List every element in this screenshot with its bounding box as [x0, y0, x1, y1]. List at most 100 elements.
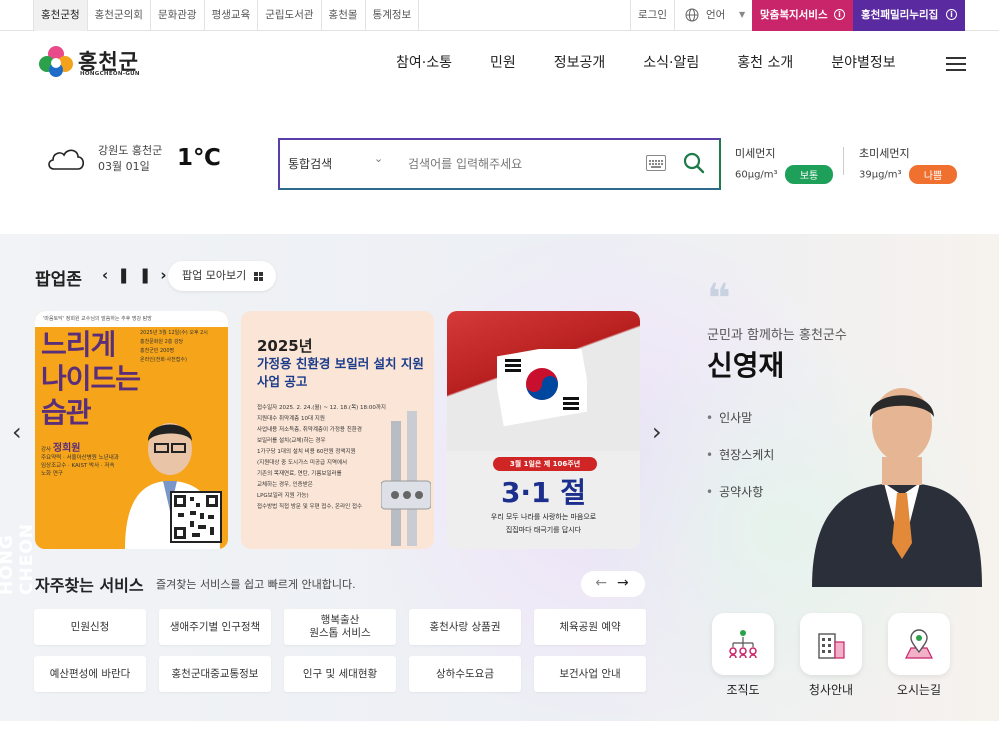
popup-card-independence-day[interactable]: 3월 1일은 제 106주년 3·1 절 우리 모두 나라를 사랑하는 마음으로… [447, 311, 640, 549]
taegukgi-flag-icon [497, 349, 587, 427]
site-tab-tour[interactable]: 문화관광 [151, 0, 205, 31]
mayor-link-pledges[interactable]: • 공약사항 [706, 483, 780, 500]
language-select[interactable]: 언어 ▼ [674, 0, 752, 31]
quote-mark-icon: ❛❛ [707, 276, 731, 322]
service-button[interactable]: 인구 및 세대현황 [284, 656, 396, 692]
card-title: 3·1 절 [500, 476, 587, 509]
site-tab-gun[interactable]: 홍천군청 [33, 0, 88, 31]
login-link[interactable]: 로그인 [630, 0, 674, 31]
info-icon: i [834, 9, 845, 20]
divider [843, 147, 844, 175]
building-icon-box [800, 613, 862, 675]
side-vertical-text: HONG CHEON [0, 523, 37, 595]
family-portal-link[interactable]: 홍천패밀리누리집 i [853, 0, 965, 31]
mayor-name: 신영재 [707, 349, 785, 382]
qr-code [170, 491, 222, 543]
weather-location: 강원도 홍천군 [98, 144, 163, 157]
nav-news[interactable]: 소식·알림 [643, 52, 699, 72]
pause-icon[interactable]: ❚❚ [117, 266, 160, 284]
popup-view-all-button[interactable]: 팝업 모아보기 [168, 261, 276, 291]
grid-icon [254, 272, 263, 281]
chevron-down-icon[interactable]: ⌄ [374, 152, 383, 165]
weather-widget: 강원도 홍천군 03월 01일 1℃ [45, 143, 245, 183]
frequent-services-nav: ←→ [581, 571, 645, 597]
cloud-icon [48, 149, 85, 170]
service-button[interactable]: 체육공원 예약 [534, 609, 646, 645]
speaker-label: 강사 [41, 447, 52, 453]
quick-link-building[interactable]: 청사안내 [799, 613, 863, 698]
quick-link-org-chart[interactable]: 조직도 [711, 613, 775, 698]
map-pin-icon [905, 629, 933, 659]
top-utility-bar: 홍천군청 홍천군의회 문화관광 평생교육 군립도서관 홍천몰 통계정보 로그인 … [0, 0, 999, 31]
pm10-status-badge: 보통 [785, 165, 834, 184]
building-icon [818, 633, 845, 659]
keyboard-icon[interactable] [646, 155, 666, 171]
site-logo[interactable]: 홍천군 HONGCHEON-GUN [36, 44, 156, 80]
carousel-prev-icon[interactable]: ‹ [12, 418, 22, 446]
search-scope-select[interactable]: 통합검색 [288, 155, 332, 172]
mayor-links: • 인사말 • 현장스케치 • 공약사항 [706, 409, 780, 520]
frequent-services-subtitle: 즐겨찾는 서비스를 쉽고 빠르게 안내합니다. [156, 578, 356, 591]
service-button[interactable]: 홍천사랑 상품권 [409, 609, 521, 645]
site-tab-education[interactable]: 평생교육 [205, 0, 259, 31]
card-info-list: 2025년 3월 12일(수) 오후 2시 홍천문화원 2층 강당 홍천군민 2… [140, 329, 226, 365]
card-speaker: 강사 정희원 주요약력 · 서울아산병원 노년내과 임상조교수 · KAIST … [41, 443, 119, 478]
chevron-left-icon[interactable]: ‹ [102, 266, 117, 284]
quick-link-directions[interactable]: 오시는길 [887, 613, 951, 698]
pm25-widget: 초미세먼지 39μg/m³ 나쁨 [859, 145, 958, 184]
pm25-status-badge: 나쁨 [909, 165, 958, 184]
search-icon[interactable] [682, 151, 706, 175]
card-year: 2025년 [257, 337, 313, 355]
main-navigation: 참여·소통 민원 정보공개 소식·알림 홍천 소개 분야별정보 [396, 52, 934, 72]
mayor-photo [812, 388, 982, 587]
arrow-right-icon[interactable]: → [617, 575, 639, 591]
site-tab-council[interactable]: 홍천군의회 [88, 0, 151, 31]
pm25-title: 초미세먼지 [859, 147, 910, 160]
weather-temperature: 1℃ [177, 145, 221, 171]
nav-disclosure[interactable]: 정보공개 [554, 52, 606, 72]
popup-card-lecture[interactable]: '마음토닥' 정희원 교수님의 말씀하는 추후 명강 탐방 느리게 나이드는 습… [35, 311, 228, 549]
service-button[interactable]: 보건사업 안내 [534, 656, 646, 692]
popup-controls[interactable]: ‹❚❚› [102, 266, 176, 284]
service-button[interactable]: 상하수도요금 [409, 656, 521, 692]
bullet-icon: • [706, 411, 714, 425]
nav-about[interactable]: 홍천 소개 [737, 52, 793, 72]
info-icon: i [946, 9, 957, 20]
service-button[interactable]: 예산편성에 바란다 [34, 656, 146, 692]
quick-link-label: 조직도 [726, 683, 760, 697]
weather-date: 03월 01일 [98, 160, 150, 173]
info-line: 2025년 3월 12일(수) 오후 2시 [140, 330, 208, 336]
frequent-services-grid: 민원신청 생애주기별 인구정책 행복출산 원스톱 서비스 홍천사랑 상품권 체육… [34, 609, 646, 692]
popup-card-boiler[interactable]: 2025년 가정용 친환경 보일러 설치 지원사업 공고 접수일자 2025. … [241, 311, 434, 549]
subtitle-line: 우리 모두 나라를 사랑하는 마음으로 [490, 513, 597, 521]
custom-welfare-service-link[interactable]: 맞춤복지서비스 i [752, 0, 853, 31]
pm25-value: 39μg/m³ [859, 169, 902, 181]
hamburger-menu-icon[interactable] [946, 57, 966, 71]
search-input[interactable] [408, 154, 628, 174]
service-button[interactable]: 홍천군대중교통정보 [159, 656, 271, 692]
quick-link-label: 청사안내 [808, 683, 854, 697]
pm10-title: 미세먼지 [735, 147, 776, 160]
org-chart-icon-box [712, 613, 774, 675]
mayor-link-greeting[interactable]: • 인사말 [706, 409, 780, 426]
arrow-left-icon[interactable]: ← [595, 575, 617, 591]
site-tab-library[interactable]: 군립도서관 [258, 0, 322, 31]
site-tab-stats[interactable]: 통계정보 [366, 0, 420, 31]
nav-field-info[interactable]: 분야별정보 [831, 52, 895, 72]
family-portal-label: 홍천패밀리누리집 [861, 9, 939, 21]
pm10-widget: 미세먼지 60μg/m³ 보통 [735, 145, 834, 184]
service-button[interactable]: 민원신청 [34, 609, 146, 645]
nav-civil-service[interactable]: 민원 [490, 52, 516, 72]
hongcheon-emblem-icon [39, 46, 73, 77]
card-top-line: '마음토닥' 정희원 교수님의 말씀하는 추후 명강 탐방 [35, 311, 228, 327]
service-button[interactable]: 생애주기별 인구정책 [159, 609, 271, 645]
popup-view-all-label: 팝업 모아보기 [182, 269, 247, 282]
service-button[interactable]: 행복출산 원스톱 서비스 [284, 609, 396, 645]
site-tab-mall[interactable]: 홍천몰 [322, 0, 366, 31]
chevron-down-icon: ▼ [739, 10, 746, 19]
mayor-link-sketch[interactable]: • 현장스케치 [706, 446, 780, 463]
pm10-value: 60μg/m³ [735, 169, 778, 181]
carousel-next-icon[interactable]: › [652, 418, 662, 446]
nav-participation[interactable]: 참여·소통 [396, 52, 452, 72]
speaker-name: 정희원 [52, 443, 81, 454]
